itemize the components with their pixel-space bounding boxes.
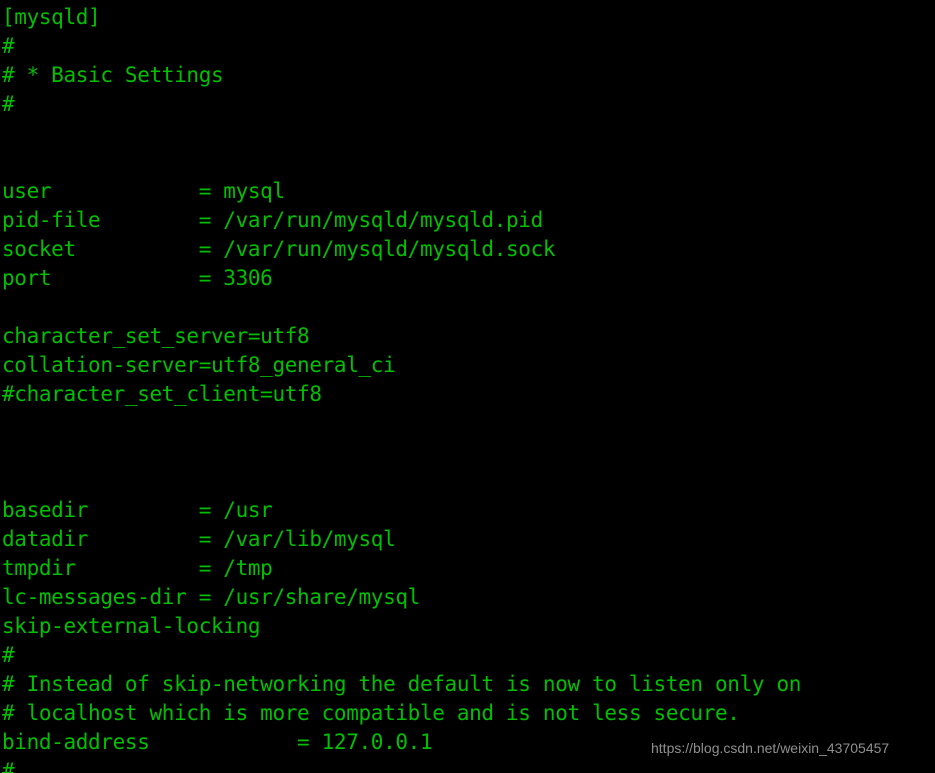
config-line: datadir = /var/lib/mysql bbox=[2, 527, 396, 551]
config-line: character_set_server=utf8 bbox=[2, 324, 310, 348]
config-blank-line bbox=[2, 438, 935, 467]
config-line: # Instead of skip-networking the default… bbox=[2, 672, 802, 696]
terminal-config-file-view[interactable]: [mysqld] # # * Basic Settings # user = mysq… bbox=[0, 0, 935, 773]
config-blank-line bbox=[2, 467, 935, 496]
config-line: pid-file = /var/run/mysqld/mysqld.pid bbox=[2, 208, 543, 232]
mysqld-config-text: [mysqld] # # * Basic Settings # user = mysq… bbox=[2, 3, 935, 773]
config-line: port = 3306 bbox=[2, 266, 273, 290]
config-line: basedir = /usr bbox=[2, 498, 273, 522]
config-line: # bbox=[2, 759, 15, 773]
config-line: [mysqld] bbox=[2, 5, 101, 29]
watermark-blog-url: https://blog.csdn.net/weixin_43705457 bbox=[651, 740, 890, 756]
config-line: # bbox=[2, 92, 15, 116]
config-line: skip-external-locking bbox=[2, 614, 261, 638]
config-line: lc-messages-dir = /usr/share/mysql bbox=[2, 585, 420, 609]
config-line: tmpdir = /tmp bbox=[2, 556, 273, 580]
config-line: #character_set_client=utf8 bbox=[2, 382, 322, 406]
config-line: # localhost which is more compatible and… bbox=[2, 701, 740, 725]
config-line: # bbox=[2, 34, 15, 58]
config-blank-line bbox=[2, 148, 935, 177]
config-line: # bbox=[2, 643, 15, 667]
config-line: socket = /var/run/mysqld/mysqld.sock bbox=[2, 237, 556, 261]
config-blank-line bbox=[2, 293, 935, 322]
config-line: # * Basic Settings bbox=[2, 63, 224, 87]
config-blank-line bbox=[2, 119, 935, 148]
config-line: collation-server=utf8_general_ci bbox=[2, 353, 396, 377]
config-blank-line bbox=[2, 409, 935, 438]
config-line: user = mysql bbox=[2, 179, 285, 203]
